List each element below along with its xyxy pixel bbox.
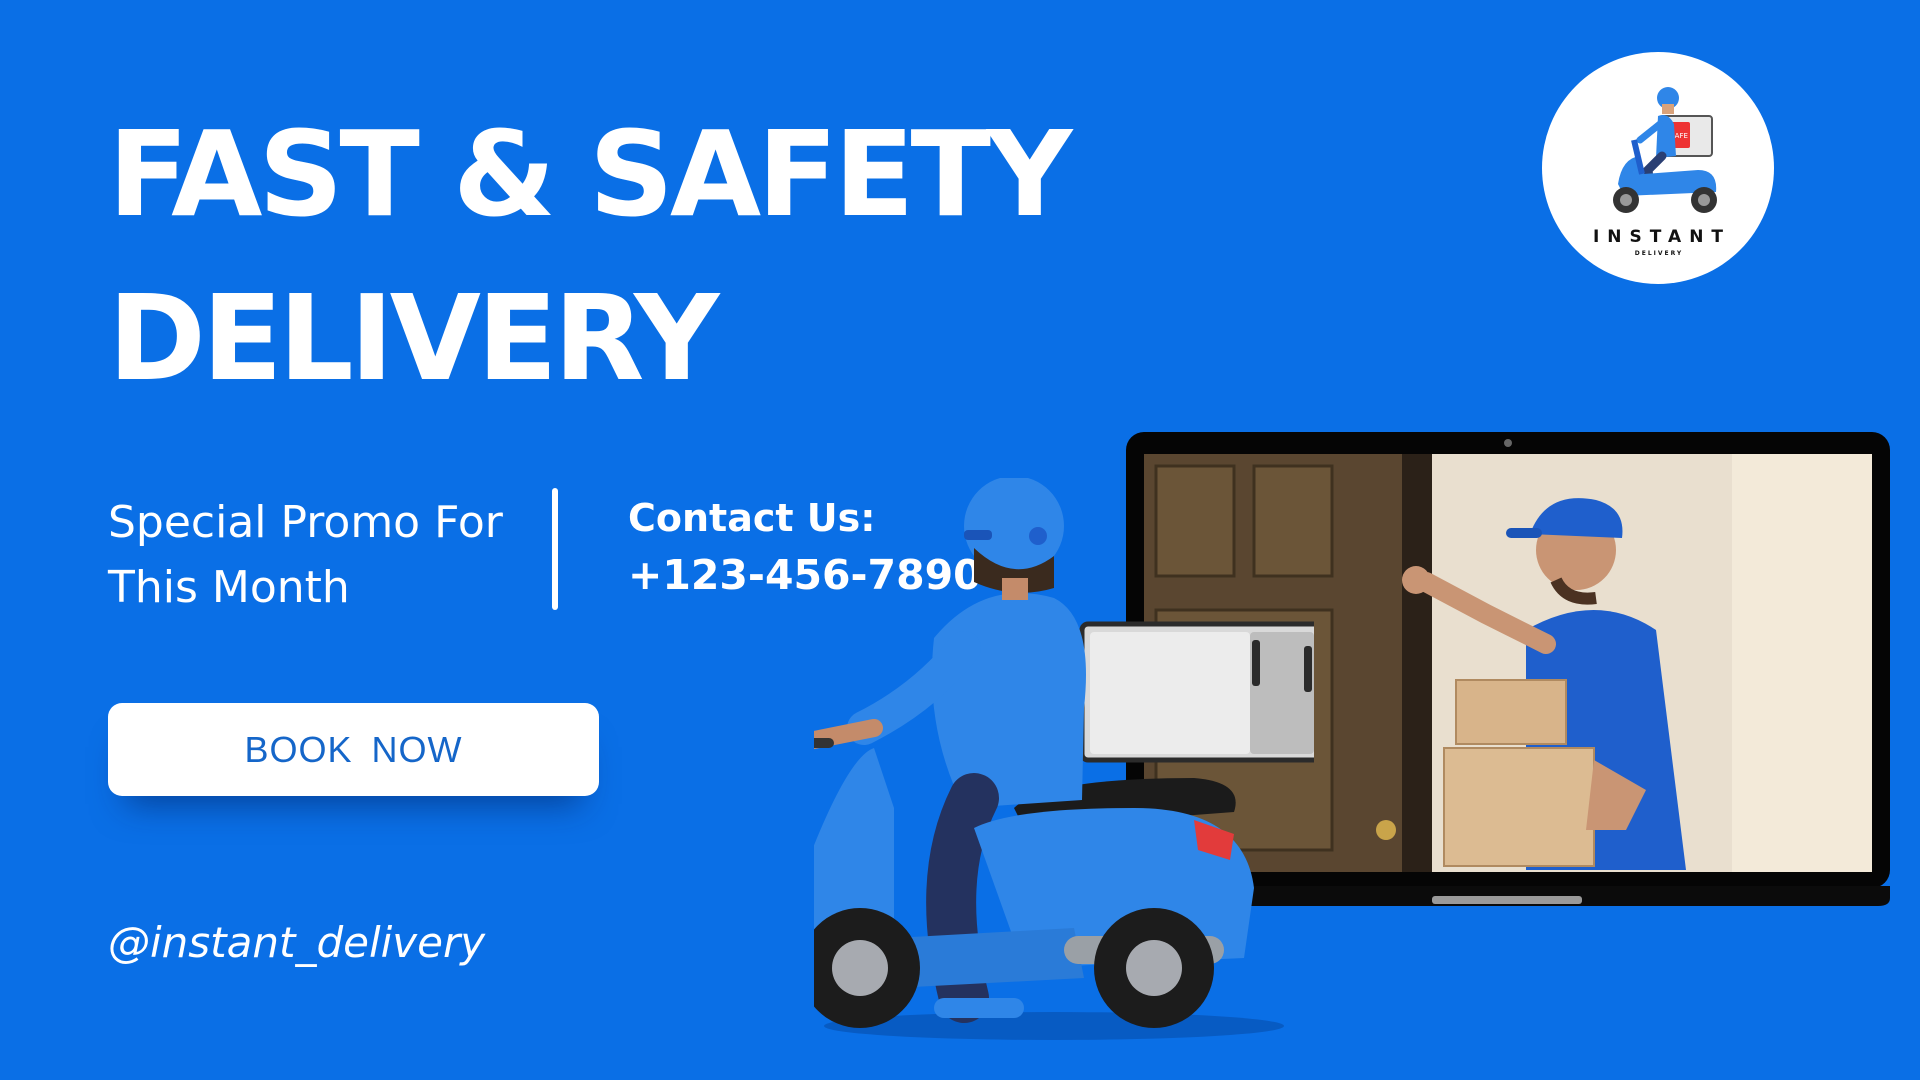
delivery-box	[1079, 621, 1314, 763]
scooter-rider-icon	[814, 478, 1314, 1040]
headline: FAST & SAFETY DELIVERY	[108, 92, 1072, 420]
divider	[552, 488, 558, 610]
laptop-camera	[1504, 439, 1512, 447]
promo-line-2: This Month	[108, 562, 350, 613]
logo-wordmark: INSTANT	[1592, 227, 1732, 247]
headline-line-1: FAST & SAFETY	[108, 105, 1072, 243]
social-handle[interactable]: @instant_delivery	[108, 918, 485, 967]
brand-logo: SAFE INSTANT DELIVERY	[1542, 52, 1774, 284]
headline-line-2: DELIVERY	[108, 269, 719, 407]
rider-torso	[932, 593, 1086, 808]
logo-subword: DELIVERY	[1634, 250, 1684, 257]
laptop-hinge	[1432, 896, 1582, 904]
promo-text: Special Promo For This Month	[108, 490, 503, 620]
book-now-button[interactable]: BOOK NOW	[108, 703, 599, 796]
scooter-courier-icon: SAFE	[1613, 87, 1717, 213]
promo-line-1: Special Promo For	[108, 497, 503, 548]
